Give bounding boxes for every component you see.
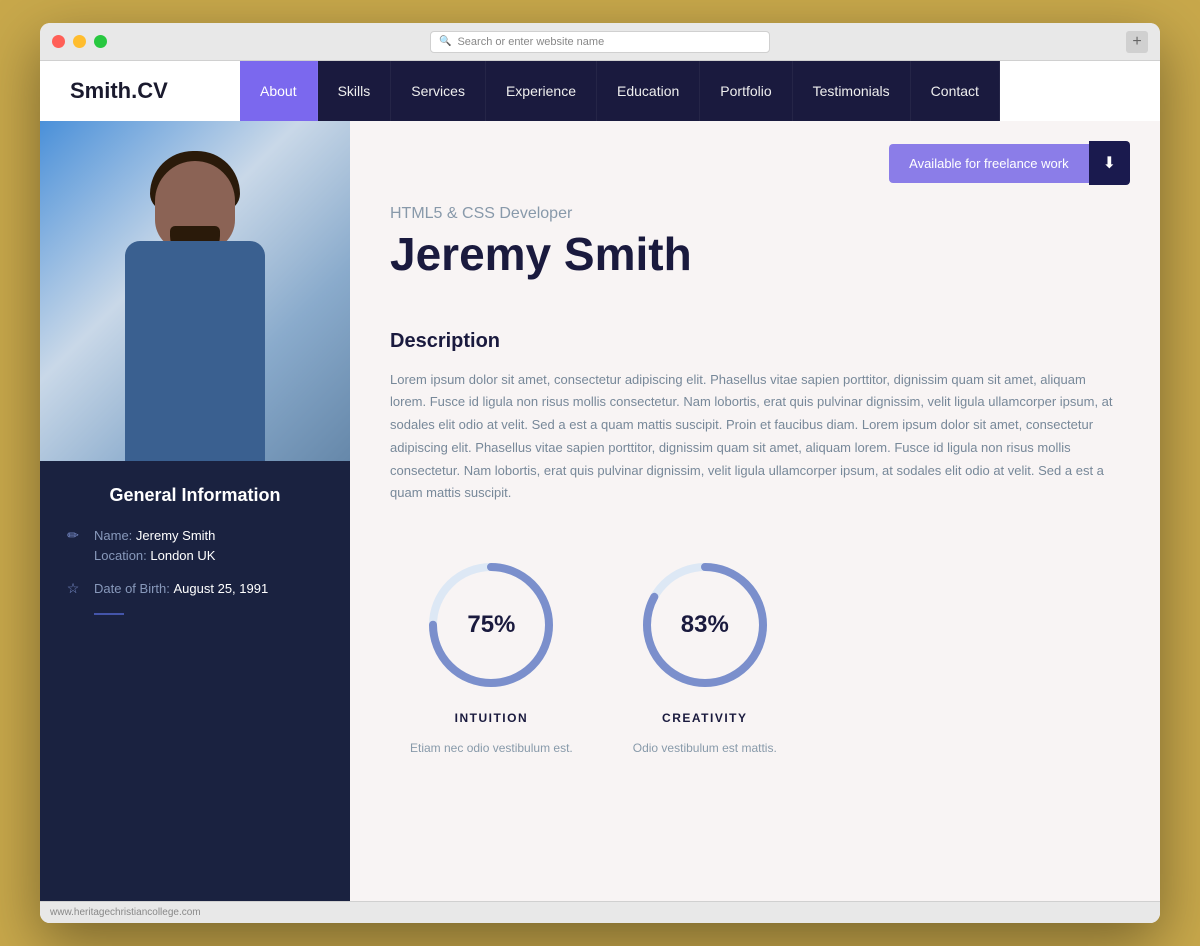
description-title: Description: [390, 330, 1120, 353]
name-info: Name: Jeremy Smith: [94, 526, 215, 546]
description-text: Lorem ipsum dolor sit amet, consectetur …: [390, 369, 1120, 506]
person-figure: [95, 141, 295, 461]
location-label: Location:: [94, 548, 147, 563]
search-icon: 🔍: [439, 36, 451, 47]
hero-section: HTML5 & CSS Developer Jeremy Smith: [350, 185, 1160, 330]
description-section: Description Lorem ipsum dolor sit amet, …: [350, 330, 1160, 526]
edit-icon: ✏: [64, 527, 82, 544]
creativity-circle: 83%: [635, 555, 775, 695]
nav-item-testimonials[interactable]: Testimonials: [793, 61, 911, 121]
download-icon: ⬇: [1089, 141, 1130, 185]
website-content: Smith.CV About Skills Services Experienc…: [40, 61, 1160, 923]
profile-photo: [40, 121, 350, 461]
sidebar: General Information ✏ Name: Jeremy Smith…: [40, 121, 350, 901]
location-info: Location: London UK: [94, 546, 215, 566]
star-icon: ☆: [64, 580, 82, 597]
freelance-button[interactable]: Available for freelance work ⬇: [889, 141, 1130, 185]
hero-subtitle: HTML5 & CSS Developer: [390, 205, 1120, 223]
location-value: London UK: [150, 548, 215, 563]
url-text: www.heritagechristiancollege.com: [50, 907, 201, 918]
mac-window-buttons: [52, 35, 107, 48]
person-body: [125, 241, 265, 461]
freelance-bar: Available for freelance work ⬇: [350, 121, 1160, 185]
stat-intuition: 75% INTUITION Etiam nec odio vestibulum …: [410, 555, 573, 755]
maximize-window-button[interactable]: [94, 35, 107, 48]
address-bar-text: Search or enter website name: [457, 36, 604, 48]
nav-item-services[interactable]: Services: [391, 61, 486, 121]
mac-window: 🔍 Search or enter website name + Smith.C…: [40, 23, 1160, 923]
content-area: Available for freelance work ⬇ HTML5 & C…: [350, 121, 1160, 901]
general-info-panel: General Information ✏ Name: Jeremy Smith…: [40, 461, 350, 901]
dob-value: August 25, 1991: [174, 581, 269, 596]
nav-item-about[interactable]: About: [240, 61, 318, 121]
new-tab-button[interactable]: +: [1126, 31, 1148, 53]
info-divider: [94, 613, 124, 615]
info-row-dob: ☆ Date of Birth: August 25, 1991: [64, 579, 326, 599]
main-content: General Information ✏ Name: Jeremy Smith…: [40, 121, 1160, 901]
creativity-desc: Odio vestibulum est mattis.: [633, 741, 777, 755]
nav-item-education[interactable]: Education: [597, 61, 700, 121]
creativity-percent: 83%: [681, 611, 729, 639]
creativity-label: CREATIVITY: [662, 711, 747, 725]
mac-titlebar: 🔍 Search or enter website name +: [40, 23, 1160, 61]
stat-creativity: 83% CREATIVITY Odio vestibulum est matti…: [633, 555, 777, 755]
site-nav: About Skills Services Experience Educati…: [240, 61, 1160, 121]
close-window-button[interactable]: [52, 35, 65, 48]
nav-item-experience[interactable]: Experience: [486, 61, 597, 121]
url-bar: www.heritagechristiancollege.com: [40, 901, 1160, 923]
stats-section: 75% INTUITION Etiam nec odio vestibulum …: [350, 525, 1160, 785]
general-info-title: General Information: [64, 485, 326, 506]
intuition-percent: 75%: [467, 611, 515, 639]
nav-item-skills[interactable]: Skills: [318, 61, 392, 121]
dob-info: Date of Birth: August 25, 1991: [94, 579, 268, 599]
freelance-label: Available for freelance work: [889, 144, 1088, 183]
hero-name: Jeremy Smith: [390, 229, 1120, 280]
dob-label: Date of Birth:: [94, 581, 170, 596]
intuition-circle: 75%: [421, 555, 561, 695]
intuition-label: INTUITION: [455, 711, 529, 725]
info-row-name: ✏ Name: Jeremy Smith Location: London UK: [64, 526, 326, 565]
nav-item-contact[interactable]: Contact: [911, 61, 1000, 121]
intuition-desc: Etiam nec odio vestibulum est.: [410, 741, 573, 755]
name-value: Jeremy Smith: [136, 528, 215, 543]
address-bar[interactable]: 🔍 Search or enter website name: [430, 31, 770, 53]
nav-item-portfolio[interactable]: Portfolio: [700, 61, 792, 121]
name-label: Name:: [94, 528, 132, 543]
minimize-window-button[interactable]: [73, 35, 86, 48]
site-logo: Smith.CV: [40, 61, 240, 121]
site-header: Smith.CV About Skills Services Experienc…: [40, 61, 1160, 121]
